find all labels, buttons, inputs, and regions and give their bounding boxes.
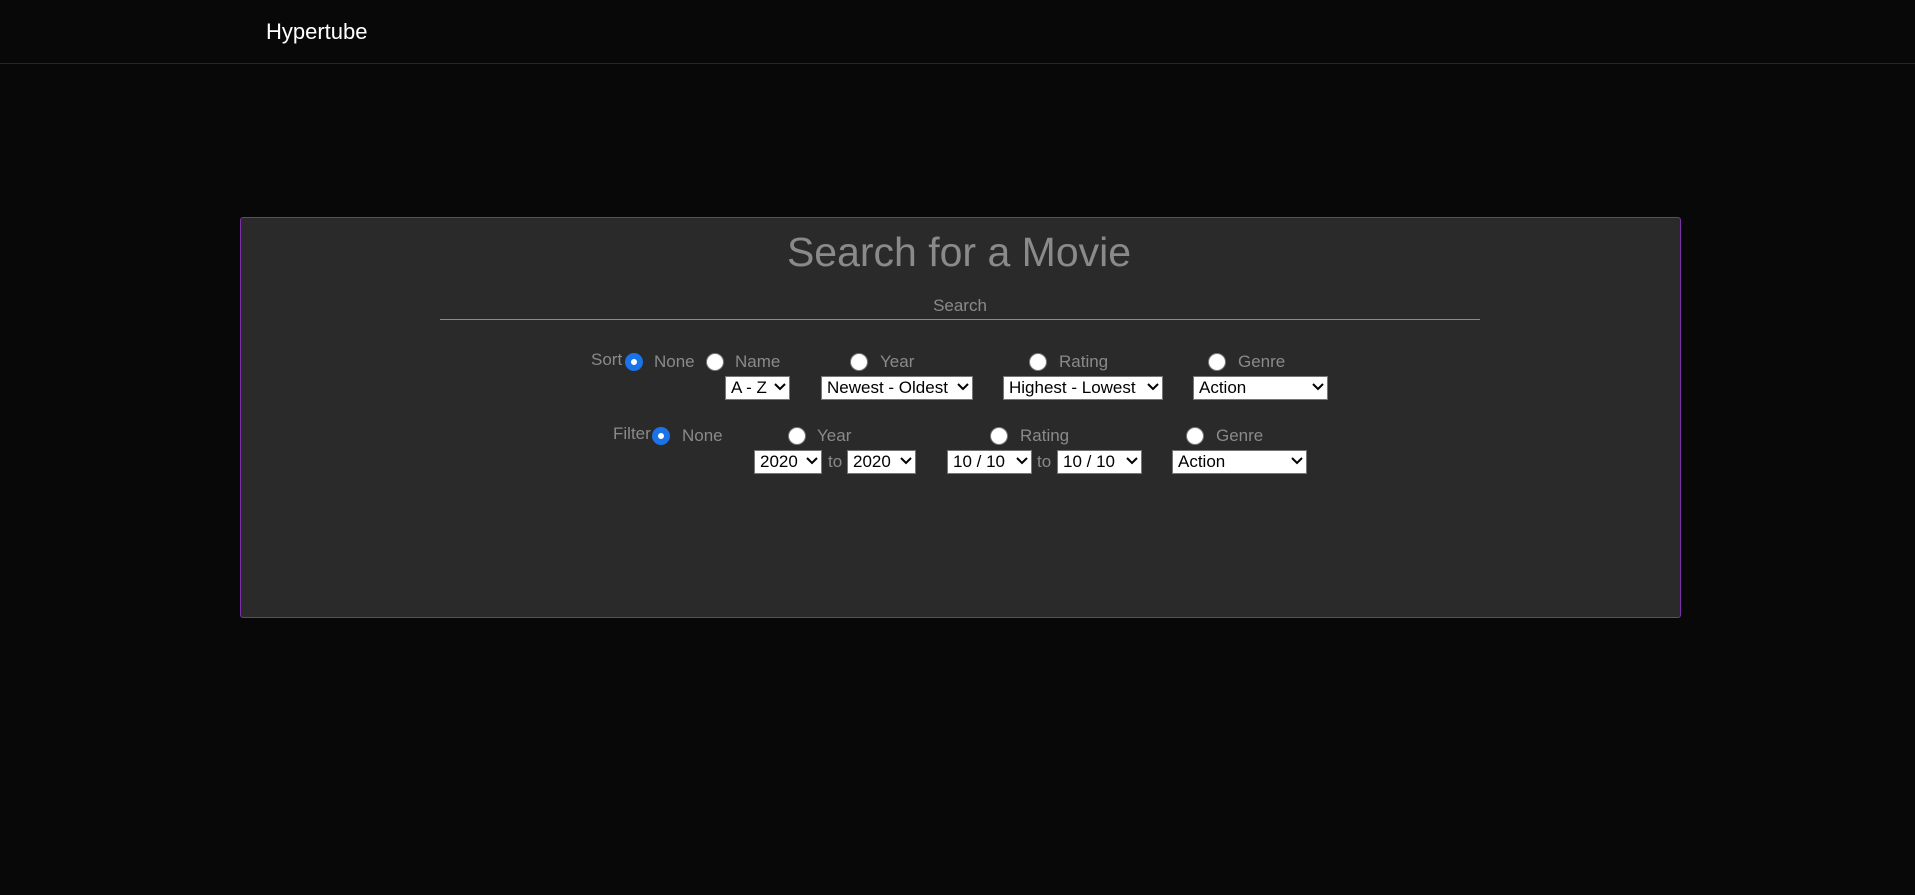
- sort-genre-select[interactable]: Action: [1193, 376, 1328, 400]
- sort-genre-label: Genre: [1238, 352, 1286, 371]
- sort-year-label: Year: [880, 352, 915, 371]
- sort-name-select[interactable]: A - Z: [725, 376, 790, 400]
- filter-year-to-value: 2020: [853, 452, 891, 471]
- sort-rating-label: Rating: [1059, 352, 1109, 371]
- filter-rating-to-value: 10 / 10: [1063, 452, 1115, 471]
- filter-genre-radio[interactable]: [1186, 427, 1204, 445]
- chevron-down-icon: [1126, 457, 1138, 465]
- filter-year-to-select[interactable]: 2020: [847, 450, 916, 474]
- filter-rating-to-select[interactable]: 10 / 10: [1057, 450, 1142, 474]
- filter-year-radio[interactable]: [788, 427, 806, 445]
- filter-genre-select-value: Action: [1178, 452, 1226, 471]
- filter-year-from-select[interactable]: 2020: [754, 450, 822, 474]
- sort-year-select-value: Newest - Oldest: [827, 378, 948, 397]
- filter-genre-label: Genre: [1216, 426, 1264, 445]
- filter-none-label: None: [682, 426, 723, 445]
- brand-logo-link[interactable]: Hypertube: [266, 19, 368, 45]
- sort-genre-select-value: Action: [1199, 378, 1247, 397]
- sort-rating-radio[interactable]: [1029, 353, 1047, 371]
- sort-name-label: Name: [735, 352, 781, 371]
- rating-range-separator: to: [1037, 452, 1052, 471]
- filter-year-label: Year: [817, 426, 852, 445]
- filter-label: Filter: [613, 424, 651, 443]
- chevron-down-icon: [1147, 383, 1159, 391]
- chevron-down-icon: [774, 383, 786, 391]
- sort-year-select[interactable]: Newest - Oldest: [821, 376, 973, 400]
- sort-label: Sort: [591, 350, 623, 369]
- chevron-down-icon: [900, 457, 912, 465]
- filter-year-from-value: 2020: [760, 452, 798, 471]
- chevron-down-icon: [1291, 457, 1303, 465]
- filter-rating-from-select[interactable]: 10 / 10: [947, 450, 1032, 474]
- chevron-down-icon: [806, 457, 818, 465]
- sort-year-radio[interactable]: [850, 353, 868, 371]
- filter-none-radio[interactable]: [652, 427, 670, 445]
- sort-none-label: None: [654, 352, 695, 371]
- search-input[interactable]: [440, 292, 1480, 320]
- filter-rating-radio[interactable]: [990, 427, 1008, 445]
- sort-rating-select[interactable]: Highest - Lowest: [1003, 376, 1163, 400]
- chevron-down-icon: [1016, 457, 1028, 465]
- chevron-down-icon: [1312, 383, 1324, 391]
- page-title: Search for a Movie: [786, 229, 1132, 275]
- sort-genre-radio[interactable]: [1208, 353, 1226, 371]
- sort-rating-select-value: Highest - Lowest: [1009, 378, 1136, 397]
- chevron-down-icon: [957, 383, 969, 391]
- top-navbar: Hypertube: [0, 0, 1915, 64]
- filter-rating-from-value: 10 / 10: [953, 452, 1005, 471]
- filter-rating-label: Rating: [1020, 426, 1070, 445]
- sort-name-radio[interactable]: [706, 353, 724, 371]
- sort-name-select-value: A - Z: [731, 378, 767, 397]
- filter-genre-select[interactable]: Action: [1172, 450, 1307, 474]
- year-range-separator: to: [828, 452, 843, 471]
- sort-none-radio[interactable]: [625, 353, 643, 371]
